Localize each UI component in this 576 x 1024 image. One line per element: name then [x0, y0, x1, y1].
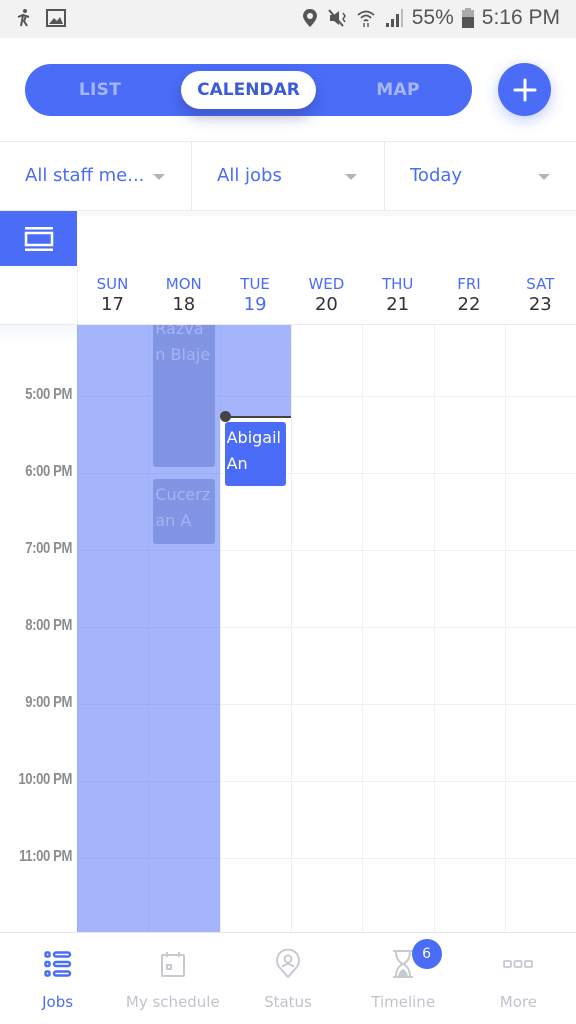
jobs-filter-label: All jobs: [217, 165, 282, 186]
day-name: FRI: [457, 275, 481, 293]
caret-down-icon: [538, 174, 550, 180]
tab-calendar[interactable]: CALENDAR: [181, 71, 316, 109]
jobs-list-icon: [43, 949, 73, 979]
day-number: 21: [386, 294, 410, 315]
activity-icon: [17, 9, 30, 27]
view-toggle-button[interactable]: [0, 211, 77, 266]
calendar-grid[interactable]: 4:00 PM 5:00 PM 6:00 PM 7:00 PM 8:00 PM 9:00 …: [0, 324, 576, 932]
day-number: 20: [314, 294, 338, 315]
hour-label: 10:00 PM: [18, 771, 72, 788]
hour-label: 8:00 PM: [25, 617, 73, 634]
calendar-icon: [158, 949, 188, 979]
current-time-dot: [219, 411, 231, 423]
view-switcher: LIST MAP CALENDAR: [25, 64, 472, 116]
bottom-navigation: Jobs My schedule Status 6 Timeline More: [0, 932, 576, 1024]
jobs-filter-dropdown[interactable]: All jobs: [192, 142, 385, 211]
day-header-fri[interactable]: FRI 22: [434, 275, 505, 315]
location-pin-icon: [273, 949, 303, 979]
filter-bar: All staff me... All jobs Today: [0, 141, 576, 211]
battery-percent: 55%: [411, 6, 454, 29]
signal-icon: [385, 9, 403, 27]
day-name: SAT: [526, 275, 555, 293]
day-name: MON: [165, 275, 202, 293]
add-job-button[interactable]: [498, 63, 551, 116]
timeline-badge: 6: [411, 939, 442, 969]
nav-label: More: [499, 993, 537, 1011]
image-icon: [46, 9, 66, 27]
calendar-header: SUN 17 MON 18 TUE 19 WED 20 THU 21 FRI 22 SAT 23: [0, 211, 576, 325]
calendar-event[interactable]: Razvan Blaje: [153, 325, 215, 467]
date-filter-dropdown[interactable]: Today: [385, 142, 576, 211]
date-filter-label: Today: [410, 165, 463, 186]
nav-label: Status: [264, 993, 312, 1011]
tab-list[interactable]: LIST: [25, 64, 175, 116]
header-strip: [77, 211, 576, 216]
day-column-divider: [290, 325, 292, 932]
status-bar: 55% 5:16 PM: [0, 0, 576, 38]
app-screen: 55% 5:16 PM LIST MAP CALENDAR All staff …: [0, 0, 576, 1024]
nav-status[interactable]: Status: [230, 933, 345, 1024]
plus-icon: [513, 78, 536, 101]
staff-filter-label: All staff me...: [25, 165, 145, 186]
tab-map[interactable]: MAP: [323, 64, 473, 116]
day-name: TUE: [240, 275, 270, 293]
current-time-line: [224, 415, 291, 418]
nav-my-schedule[interactable]: My schedule: [115, 933, 230, 1024]
hour-label: 11:00 PM: [19, 848, 72, 865]
nav-label: Jobs: [42, 993, 74, 1011]
calendar-event[interactable]: Abigail An: [224, 421, 286, 486]
hour-label: 4:00 PM: [13, 325, 72, 327]
mute-icon: [327, 9, 346, 27]
caret-down-icon: [153, 174, 165, 180]
caret-down-icon: [345, 174, 357, 180]
calendar-event[interactable]: Cucerzan A: [153, 479, 215, 544]
nav-timeline[interactable]: 6 Timeline: [346, 933, 461, 1024]
nav-jobs[interactable]: Jobs: [0, 933, 115, 1024]
hour-label: 6:00 PM: [25, 463, 73, 480]
nav-label: Timeline: [371, 993, 436, 1011]
day-column-divider: [362, 325, 364, 932]
day-header-wed[interactable]: WED 20: [291, 275, 362, 315]
week-view-icon: [24, 226, 53, 251]
day-header-sun[interactable]: SUN 17: [77, 275, 148, 315]
day-header-tue[interactable]: TUE 19: [220, 275, 291, 315]
day-name: SUN: [96, 275, 129, 293]
day-number: 19: [243, 294, 267, 315]
day-name: WED: [308, 275, 345, 293]
more-icon: [503, 949, 534, 979]
day-name: THU: [381, 275, 414, 293]
nav-label: My schedule: [125, 993, 220, 1011]
day-column-divider: [433, 325, 435, 932]
location-icon: [302, 9, 317, 27]
clock: 5:16 PM: [481, 6, 560, 29]
battery-icon: [461, 8, 474, 28]
staff-filter-dropdown[interactable]: All staff me...: [0, 142, 192, 211]
day-number: 23: [528, 294, 552, 315]
nav-more[interactable]: More: [461, 933, 576, 1024]
past-time-overlay: [219, 325, 291, 417]
day-number: 18: [172, 294, 196, 315]
day-header-thu[interactable]: THU 21: [362, 275, 433, 315]
day-column-divider: [504, 325, 506, 932]
day-number: 17: [101, 294, 124, 315]
wifi-icon: [357, 10, 375, 27]
day-header-sat[interactable]: SAT 23: [505, 275, 576, 315]
hour-label: 5:00 PM: [25, 386, 73, 403]
day-header-mon[interactable]: MON 18: [148, 275, 219, 315]
gutter-shade: [0, 325, 77, 343]
hour-label: 7:00 PM: [25, 540, 73, 557]
hour-label: 9:00 PM: [25, 694, 73, 711]
day-number: 22: [457, 294, 481, 315]
